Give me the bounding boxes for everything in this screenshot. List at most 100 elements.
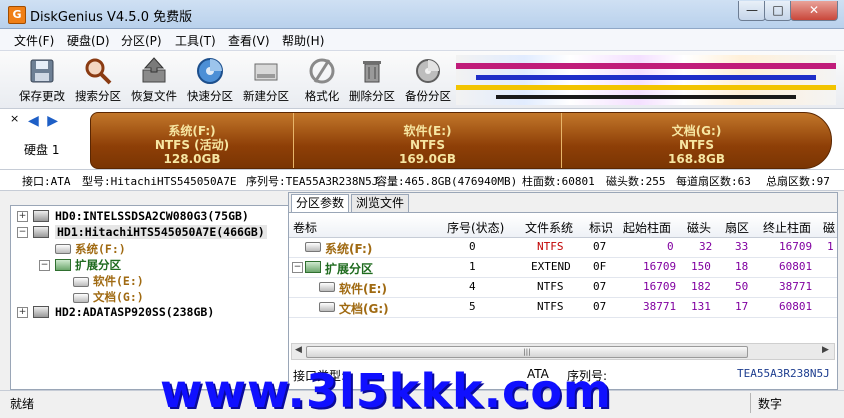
scroll-left-arrow[interactable]: ◀ [295,345,302,355]
partition-segment[interactable]: 系统(F:) NTFS (活动) 128.0GB [91,113,294,168]
close-panel-icon[interactable]: × [10,112,19,125]
detail-serial-value: TEA55A3R238N5J [737,367,830,380]
col-start-cyl[interactable]: 起始柱面 [623,219,671,236]
tree-item-extended[interactable]: 扩展分区 [75,257,121,273]
disk-nav-arrows[interactable]: ◀ ▶ [28,113,60,129]
col-filesystem[interactable]: 文件系统 [525,219,573,236]
col-index[interactable]: 序号(状态) [447,219,504,236]
status-numlock: 数字 [758,397,783,411]
delete-icon [357,56,387,86]
scroll-right-arrow[interactable]: ▶ [822,345,829,355]
tree-item-software[interactable]: 软件(E:) [93,273,144,289]
partition-icon [305,242,321,252]
disk-interface: 接口:ATA [22,175,71,188]
partition-segment[interactable]: 软件(E:) NTFS 169.0GB [294,113,562,168]
tree-item-documents[interactable]: 文档(G:) [93,289,144,305]
partition-icon [73,293,89,303]
extended-partition-icon [55,259,71,271]
magnifier-icon [83,56,113,86]
menu-tools[interactable]: 工具(T) [175,32,216,49]
new-partition-button[interactable]: 新建分区 [238,53,294,105]
partition-icon [55,244,71,254]
menu-bar: 文件(F) 硬盘(D) 分区(P) 工具(T) 查看(V) 帮助(H) [0,29,844,51]
partition-segment-size: 168.8GB [668,152,725,166]
minimize-button[interactable]: — [738,1,766,21]
disk-tree: + HD0:INTELSSDSA2CW080G3(75GB) − HD1:Hit… [10,205,290,390]
disk-cylinders: 柱面数:60801 [522,175,595,188]
disk-label: 硬盘 1 [24,143,60,157]
partition-segment-name: 文档(G:) [671,124,722,138]
partition-segment[interactable]: 文档(G:) NTFS 168.8GB [562,113,831,168]
table-row[interactable]: − 扩展分区 1 EXTEND 0F 16709 150 18 60801 [289,257,837,278]
restore-icon [139,56,169,86]
col-sector[interactable]: 扇区 [725,219,749,236]
partition-segment-name: 系统(F:) [168,124,216,138]
partition-icon [319,302,335,312]
restore-files-button[interactable]: 恢复文件 [126,53,182,105]
menu-file[interactable]: 文件(F) [14,32,54,49]
horizontal-scrollbar[interactable]: ◀ ||| ▶ [291,343,835,360]
partition-segment-size: 169.0GB [399,152,456,166]
app-icon: G [8,6,26,24]
partition-bar[interactable]: 系统(F:) NTFS (活动) 128.0GB 软件(E:) NTFS 169.0GB 文… [90,112,832,169]
maximize-button[interactable]: □ [764,1,792,21]
ad-banner[interactable] [456,55,836,105]
quick-partition-icon [195,56,225,86]
col-head[interactable]: 磁头 [687,219,711,236]
disk-total-sectors: 总扇区数:97 [766,175,830,188]
menu-partition[interactable]: 分区(P) [121,32,162,49]
tree-item-hd2[interactable]: HD2:ADATASP920SS(238GB) [55,305,214,319]
partition-details-pane: 分区参数 浏览文件 卷标 序号(状态) 文件系统 标识 起始柱面 磁头 扇区 终… [288,192,838,390]
close-button[interactable]: ✕ [790,1,838,21]
disk-sectors-per-track: 每道扇区数:63 [676,175,751,188]
save-changes-button[interactable]: 保存更改 [14,53,70,105]
tab-partition-params[interactable]: 分区参数 [291,194,350,212]
partition-icon [319,282,335,292]
expand-hd2[interactable]: + [17,307,28,318]
tree-item-hd0[interactable]: HD0:INTELSSDSA2CW080G3(75GB) [55,209,249,223]
disk-capacity: 容量:465.8GB(476940MB) [376,175,518,188]
hdd-icon [33,226,49,238]
status-ready: 就绪 [10,397,35,411]
collapse-extended[interactable]: − [39,260,50,271]
menu-view[interactable]: 查看(V) [228,32,270,49]
table-row[interactable]: 软件(E:) 4 NTFS 07 16709 182 50 38771 [289,277,837,298]
disk-model: 型号:HitachiHTS545050A7E [82,175,237,188]
partition-segment-fs: NTFS [678,138,715,152]
quick-partition-button[interactable]: 快速分区 [182,53,238,105]
partition-segment-name: 软件(E:) [403,124,452,138]
collapse-row-extended[interactable]: − [292,262,303,273]
disk-map-panel: × ◀ ▶ 硬盘 1 系统(F:) NTFS (活动) 128.0GB 软件(E:) N… [0,109,844,170]
search-partition-button[interactable]: 搜索分区 [70,53,126,105]
col-id[interactable]: 标识 [589,219,613,236]
partition-segment-size: 128.0GB [163,152,221,166]
backup-partition-button[interactable]: 备份分区 [400,53,456,105]
menu-disk[interactable]: 硬盘(D) [67,32,110,49]
delete-partition-button[interactable]: 删除分区 [344,53,400,105]
tab-browse-files[interactable]: 浏览文件 [351,194,410,212]
watermark-text: www.3l5kkk.com [160,364,612,418]
col-volume-label[interactable]: 卷标 [293,219,317,236]
save-icon [27,56,57,86]
format-icon [307,56,337,86]
hdd-icon [33,306,49,318]
tree-item-hd1[interactable]: HD1:HitachiHTS545050A7E(466GB) [55,225,267,239]
new-partition-icon [251,56,281,86]
disk-serial: 序列号:TEA55A3R238N5J [246,175,379,188]
col-end-cyl[interactable]: 终止柱面 [763,219,811,236]
collapse-hd1[interactable]: − [17,227,28,238]
scroll-thumb[interactable]: ||| [306,346,748,358]
partition-icon [73,277,89,287]
col-more[interactable]: 磁 [823,219,835,236]
window-title: DiskGenius V4.5.0 免费版 [30,10,193,25]
menu-help[interactable]: 帮助(H) [282,32,324,49]
table-row[interactable]: 文档(G:) 5 NTFS 07 38771 131 17 60801 [289,297,837,318]
tab-strip: 分区参数 浏览文件 [289,193,837,213]
tree-item-system[interactable]: 系统(F:) [75,241,126,257]
expand-hd0[interactable]: + [17,211,28,222]
table-header: 卷标 序号(状态) 文件系统 标识 起始柱面 磁头 扇区 终止柱面 磁 [289,215,837,238]
table-row[interactable]: 系统(F:) 0 NTFS 07 0 32 33 16709 1 [289,237,837,258]
backup-icon [413,56,443,86]
status-divider [750,393,751,413]
format-button[interactable]: 格式化 [294,53,350,105]
